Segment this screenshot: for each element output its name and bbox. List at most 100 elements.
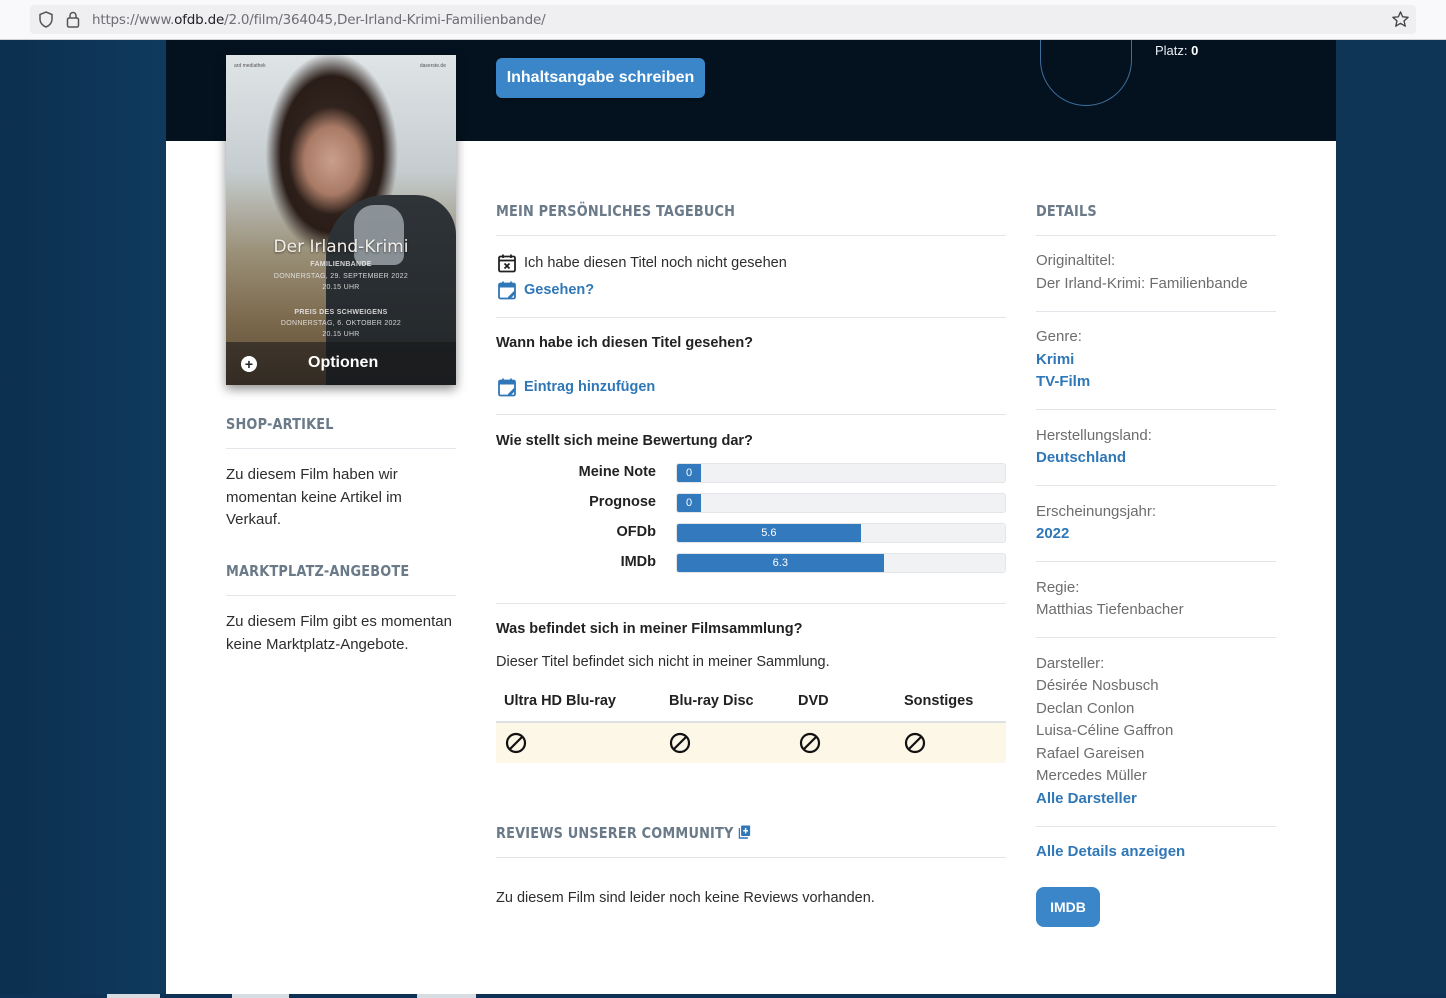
- taskbar-item[interactable]: [107, 994, 160, 998]
- genre-link[interactable]: Krimi: [1036, 351, 1074, 368]
- url-host: ofdb.de: [174, 12, 225, 28]
- director-value: Matthias Tiefenbacher: [1036, 601, 1184, 618]
- divider: [1036, 826, 1276, 827]
- divider: [1036, 561, 1276, 562]
- bookmark-star-icon[interactable]: [1391, 10, 1410, 29]
- rating-label: IMDb: [620, 554, 656, 570]
- taskbar-item[interactable]: [232, 994, 289, 998]
- rating-bar: 0: [676, 493, 1006, 513]
- lock-icon[interactable]: [66, 11, 80, 28]
- not-available-icon[interactable]: [799, 732, 821, 754]
- divider: [1036, 409, 1276, 410]
- divider: [496, 414, 1006, 415]
- imdb-button[interactable]: IMDB: [1036, 887, 1100, 927]
- all-details-link[interactable]: Alle Details anzeigen: [1036, 843, 1185, 860]
- cast-member: Declan Conlon: [1036, 700, 1135, 717]
- not-seen-text: Ich habe diesen Titel noch nicht gesehen: [524, 255, 787, 271]
- rating-bar-fill: 0: [677, 464, 701, 482]
- platz-label: Platz:: [1155, 43, 1188, 58]
- collection-question: Was befindet sich in meiner Filmsammlung…: [496, 621, 803, 637]
- collection-text: Dieser Titel befindet sich nicht in mein…: [496, 654, 830, 670]
- reviews-empty-text: Zu diesem Film sind leider noch keine Re…: [496, 890, 875, 906]
- browser-toolbar: https://www.ofdb.de/2.0/film/364045,Der-…: [0, 0, 1446, 40]
- page-background: [0, 40, 166, 998]
- rating-bar: 5.6: [676, 523, 1006, 543]
- country-link[interactable]: Deutschland: [1036, 449, 1126, 466]
- poster-top-right: daserste.de: [419, 63, 446, 69]
- market-heading: MARKTPLATZ-ANGEBOTE: [226, 562, 410, 580]
- not-available-icon[interactable]: [904, 732, 926, 754]
- poster-line: FAMILIENBANDE: [310, 261, 372, 268]
- original-title-label: Originaltitel:: [1036, 252, 1116, 269]
- year-label: Erscheinungsjahr:: [1036, 503, 1157, 520]
- shop-heading: SHOP-ARTIKEL: [226, 415, 334, 433]
- platz-rank: Platz: 0: [1155, 43, 1198, 58]
- url-text[interactable]: https://www.ofdb.de/2.0/film/364045,Der-…: [92, 12, 546, 28]
- all-cast-link[interactable]: Alle Darsteller: [1036, 790, 1137, 807]
- film-poster[interactable]: ard mediathek daserste.de Der Irland-Kri…: [226, 55, 456, 385]
- divider: [226, 595, 456, 596]
- year-link[interactable]: 2022: [1036, 525, 1069, 542]
- rating-question: Wie stellt sich meine Bewertung dar?: [496, 433, 753, 449]
- rating-label: Prognose: [589, 494, 656, 510]
- genre-label: Genre:: [1036, 328, 1082, 345]
- options-label: Optionen: [308, 354, 379, 371]
- url-path: /2.0/film/364045,Der-Irland-Krimi-Famili…: [224, 12, 546, 28]
- details-heading: DETAILS: [1036, 202, 1097, 220]
- cast-member: Luisa-Céline Gaffron: [1036, 722, 1174, 739]
- cast-member: Rafael Gareisen: [1036, 745, 1145, 762]
- add-entry-link[interactable]: Eintrag hinzufügen: [524, 376, 655, 399]
- rating-bar-fill: 0: [677, 494, 701, 512]
- rating-bar-fill: 5.6: [677, 524, 861, 542]
- not-available-icon[interactable]: [669, 732, 691, 754]
- rating-label: OFDb: [616, 524, 656, 540]
- rating-bar-fill: 6.3: [677, 554, 884, 572]
- diary-heading: MEIN PERSÖNLICHES TAGEBUCH: [496, 202, 736, 220]
- when-question: Wann habe ich diesen Titel gesehen?: [496, 335, 754, 351]
- seen-link[interactable]: Gesehen?: [524, 279, 594, 302]
- divider: [1036, 637, 1276, 638]
- director-label: Regie:: [1036, 579, 1080, 596]
- divider: [1036, 235, 1276, 236]
- reviews-heading: REVIEWS UNSERER COMMUNITY: [496, 824, 751, 842]
- shop-text: Zu diesem Film haben wir momentan keine …: [226, 466, 402, 528]
- cast-member: Mercedes Müller: [1036, 767, 1147, 784]
- rating-label: Meine Note: [578, 464, 656, 480]
- not-available-icon[interactable]: [505, 732, 527, 754]
- poster-line: DONNERSTAG, 29. SEPTEMBER 2022: [273, 273, 409, 280]
- market-text: Zu diesem Film gibt es momentan keine Ma…: [226, 613, 452, 653]
- taskbar: [0, 994, 1446, 998]
- column-header: DVD: [798, 693, 829, 709]
- add-review-icon[interactable]: [738, 825, 751, 839]
- poster-title: Der Irland-Krimi: [273, 237, 409, 257]
- rating-bar: 6.3: [676, 553, 1006, 573]
- rating-circle: [1040, 40, 1132, 106]
- platz-value: 0: [1191, 43, 1199, 58]
- poster-options-button[interactable]: + Optionen: [226, 342, 456, 385]
- divider: [496, 603, 1006, 604]
- divider: [496, 235, 1006, 236]
- collection-row: [496, 721, 1006, 763]
- rating-bar: 0: [676, 463, 1006, 483]
- calendar-x-icon: [498, 254, 516, 273]
- taskbar-item[interactable]: [417, 994, 476, 998]
- url-prefix: https://www.: [92, 12, 175, 28]
- url-bar[interactable]: https://www.ofdb.de/2.0/film/364045,Der-…: [30, 5, 1416, 34]
- genre-link[interactable]: TV-Film: [1036, 373, 1090, 390]
- calendar-add-icon: [498, 378, 516, 397]
- country-label: Herstellungsland:: [1036, 427, 1152, 444]
- divider: [1036, 311, 1276, 312]
- plus-circle-icon: +: [241, 356, 257, 372]
- column-header: Ultra HD Blu-ray: [504, 693, 616, 709]
- poster-line: PREIS DES SCHWEIGENS: [294, 309, 388, 316]
- divider: [496, 857, 1006, 858]
- column-header: Sonstiges: [904, 693, 974, 709]
- divider: [1036, 485, 1276, 486]
- poster-line: 20.15 UHR: [322, 331, 360, 338]
- poster-line: 20.15 UHR: [322, 284, 360, 291]
- write-summary-button[interactable]: Inhaltsangabe schreiben: [496, 58, 705, 98]
- reviews-heading-text: REVIEWS UNSERER COMMUNITY: [496, 824, 734, 842]
- shield-icon[interactable]: [38, 11, 54, 28]
- poster-line: DONNERSTAG, 6. OKTOBER 2022: [280, 320, 402, 327]
- original-title-value: Der Irland-Krimi: Familienbande: [1036, 275, 1248, 292]
